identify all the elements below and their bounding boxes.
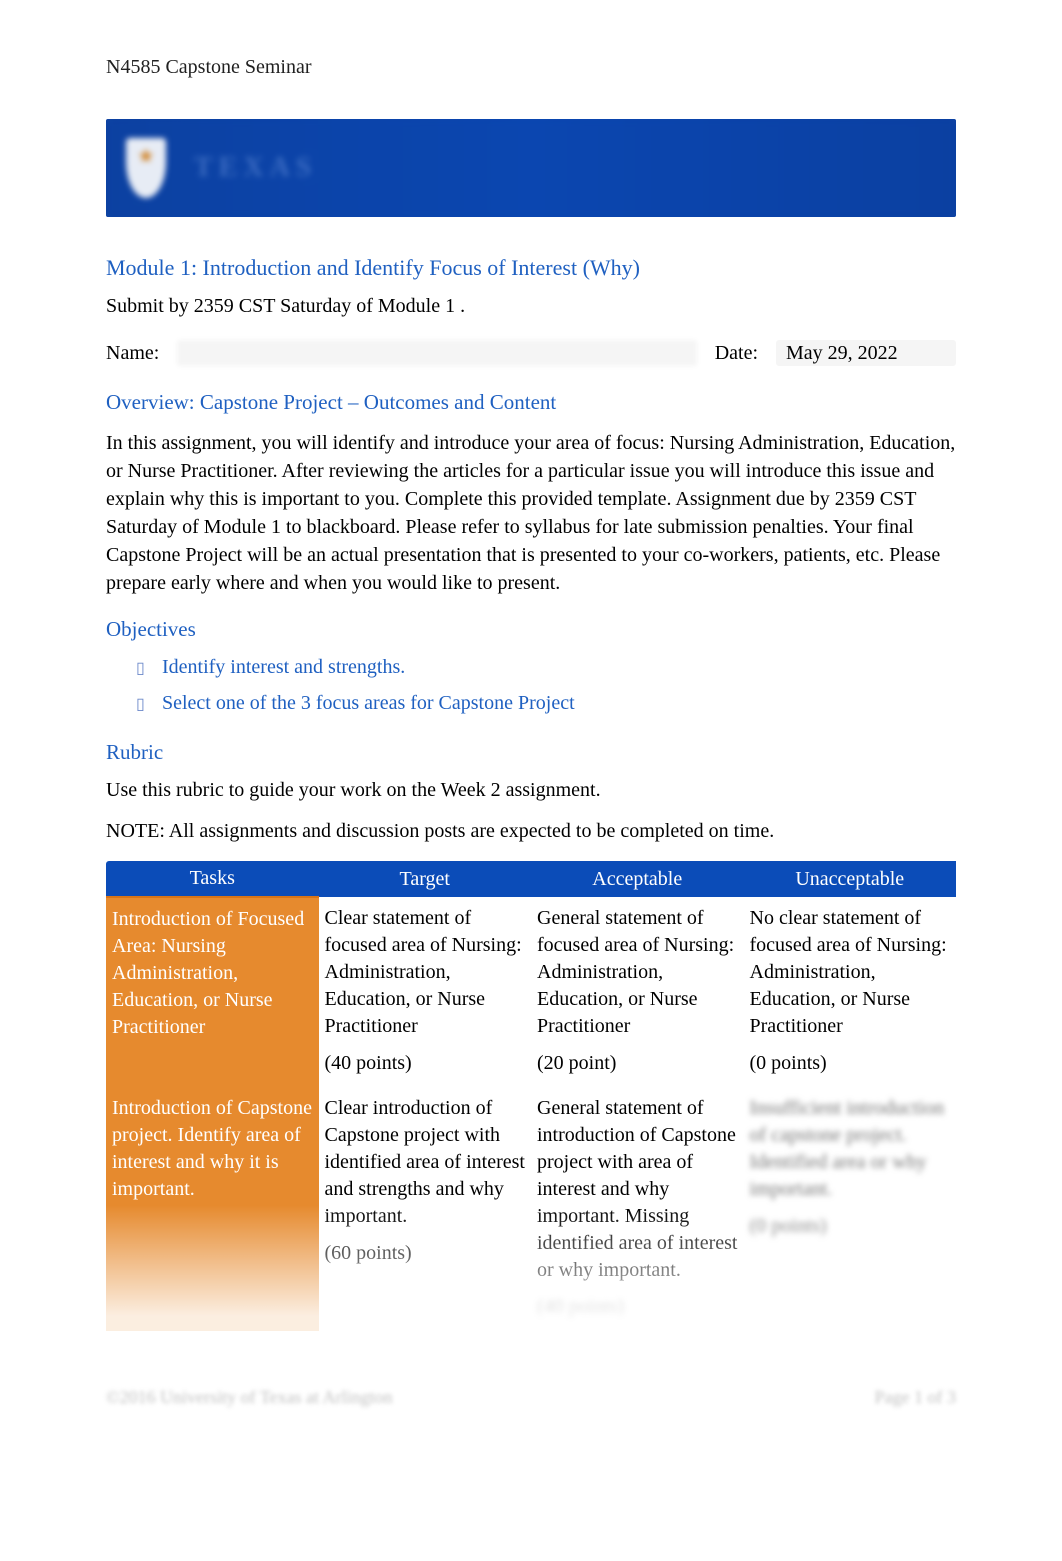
target-cell: Clear statement of focused area of Nursi…: [319, 897, 532, 1087]
name-date-row: Name: Date: May 29, 2022: [106, 340, 956, 366]
submit-deadline: Submit by 2359 CST Saturday of Module 1 …: [106, 295, 956, 318]
page-footer: ©2016 University of Texas at Arlington P…: [106, 1387, 956, 1408]
bullet-icon: ▯: [136, 656, 162, 682]
th-acceptable: Acceptable: [531, 861, 744, 897]
banner-blur-overlay: [106, 119, 956, 217]
target-points: (60 points): [325, 1240, 526, 1267]
table-row: Introduction of Focused Area: Nursing Ad…: [106, 897, 956, 1087]
rubric-intro: Use this rubric to guide your work on th…: [106, 779, 956, 802]
list-item: ▯ Identify interest and strengths.: [136, 656, 956, 682]
rubric-note: NOTE: All assignments and discussion pos…: [106, 820, 956, 843]
document-page: N4585 Capstone Seminar TEXAS Module 1: I…: [0, 0, 1062, 1448]
th-unacceptable: Unacceptable: [744, 861, 957, 897]
unacceptable-points: (0 points): [750, 1213, 951, 1240]
target-cell: Clear introduction of Capstone project w…: [319, 1087, 532, 1331]
table-row: Introduction of Capstone project. Identi…: [106, 1087, 956, 1331]
acceptable-text: General statement of introduction of Cap…: [537, 1097, 737, 1281]
acceptable-cell: General statement of focused area of Nur…: [531, 897, 744, 1087]
rubric-heading: Rubric: [106, 740, 956, 765]
footer-page-number: Page 1 of 3: [875, 1387, 956, 1408]
acceptable-points: (20 point): [537, 1050, 738, 1077]
th-target: Target: [319, 861, 532, 897]
th-tasks: Tasks: [106, 861, 319, 897]
unacceptable-cell: No clear statement of focused area of Nu…: [744, 897, 957, 1087]
course-title: N4585 Capstone Seminar: [106, 56, 956, 79]
rubric-table-wrap: Tasks Target Acceptable Unacceptable Int…: [106, 861, 956, 1331]
module-heading: Module 1: Introduction and Identify Focu…: [106, 255, 956, 281]
list-item: ▯ Select one of the 3 focus areas for Ca…: [136, 692, 956, 718]
table-header-row: Tasks Target Acceptable Unacceptable: [106, 861, 956, 897]
footer-copyright: ©2016 University of Texas at Arlington: [106, 1387, 393, 1408]
task-cell: Introduction of Capstone project. Identi…: [106, 1087, 319, 1331]
unacceptable-points: (0 points): [750, 1050, 951, 1077]
objective-text: Identify interest and strengths.: [162, 656, 405, 679]
acceptable-points: (40 points): [537, 1294, 738, 1321]
acceptable-text: General statement of focused area of Nur…: [537, 907, 734, 1037]
unacceptable-text: Insufficient introduction of capstone pr…: [750, 1097, 945, 1200]
target-text: Clear introduction of Capstone project w…: [325, 1097, 525, 1227]
objectives-list: ▯ Identify interest and strengths. ▯ Sel…: [106, 656, 956, 718]
unacceptable-cell: Insufficient introduction of capstone pr…: [744, 1087, 957, 1331]
objective-text: Select one of the 3 focus areas for Caps…: [162, 692, 575, 715]
date-field: May 29, 2022: [776, 340, 956, 366]
date-value: May 29, 2022: [786, 342, 898, 365]
overview-body: In this assignment, you will identify an…: [106, 429, 956, 597]
acceptable-cell: General statement of introduction of Cap…: [531, 1087, 744, 1331]
overview-heading: Overview: Capstone Project – Outcomes an…: [106, 390, 956, 415]
task-cell: Introduction of Focused Area: Nursing Ad…: [106, 897, 319, 1087]
header-banner: TEXAS: [106, 119, 956, 217]
bullet-icon: ▯: [136, 692, 162, 718]
name-label: Name:: [106, 342, 159, 365]
unacceptable-text: No clear statement of focused area of Nu…: [750, 907, 947, 1037]
target-text: Clear statement of focused area of Nursi…: [325, 907, 522, 1037]
objectives-heading: Objectives: [106, 617, 956, 642]
name-field[interactable]: [177, 340, 696, 366]
date-label: Date:: [715, 342, 758, 365]
target-points: (40 points): [325, 1050, 526, 1077]
rubric-table: Tasks Target Acceptable Unacceptable Int…: [106, 861, 956, 1331]
